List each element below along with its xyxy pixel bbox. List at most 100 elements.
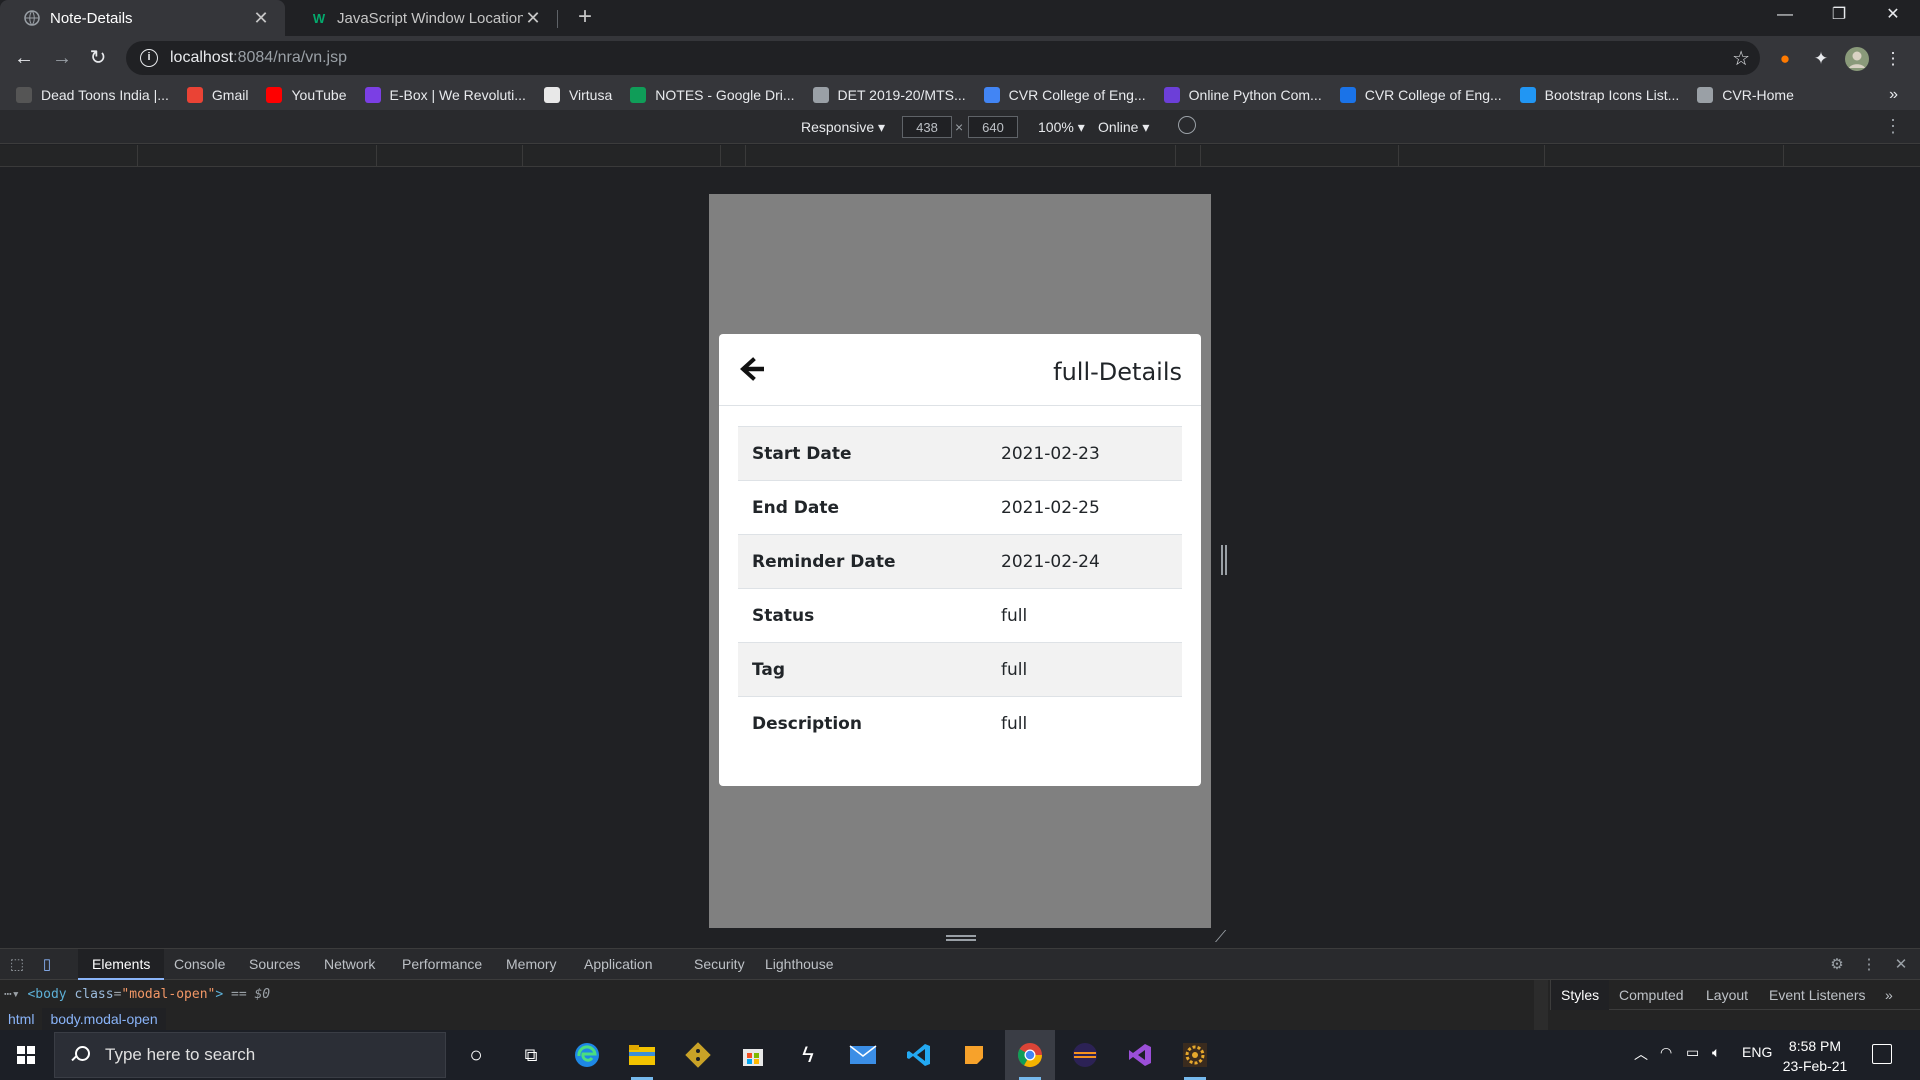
devtools-tab-performance[interactable]: Performance — [402, 949, 482, 980]
close-tab-icon[interactable]: ✕ — [251, 8, 271, 29]
stickynotes-icon[interactable] — [957, 1038, 991, 1072]
table-row: Tag full — [738, 642, 1182, 697]
sublime-icon[interactable]: ϟ — [791, 1038, 825, 1072]
devtools-tab-application[interactable]: Application — [584, 949, 653, 980]
window-controls: — ❐ ✕ — [1758, 0, 1920, 32]
bookmark-item[interactable]: CVR-Home — [1697, 87, 1794, 103]
taskbar-search-box[interactable]: Type here to search — [54, 1032, 446, 1078]
edge-icon[interactable] — [570, 1038, 604, 1072]
back-icon[interactable]: ← — [10, 44, 38, 72]
tab-styles[interactable]: Styles — [1551, 980, 1610, 1010]
bookmark-item[interactable]: YouTube — [266, 87, 347, 103]
minimize-icon[interactable]: — — [1758, 0, 1812, 32]
bookmark-item[interactable]: NOTES - Google Dri... — [630, 87, 795, 103]
close-tab-icon[interactable]: ✕ — [523, 8, 543, 29]
bookmark-item[interactable]: Gmail — [186, 87, 248, 103]
url-host: localhost — [170, 49, 234, 66]
close-window-icon[interactable]: ✕ — [1866, 0, 1920, 32]
details-modal: full-Details Start Date 2021-02-23 End Dat… — [719, 334, 1201, 786]
scrollbar[interactable] — [1534, 980, 1548, 1030]
volume-icon[interactable]: 🔈︎ — [1712, 1044, 1720, 1061]
extension-icon[interactable]: ● — [1772, 46, 1798, 72]
avatar[interactable] — [1844, 46, 1870, 72]
tab-note-details[interactable]: Note-Details ✕ — [0, 0, 285, 36]
bookmark-item[interactable]: Dead Toons India |... — [16, 87, 169, 103]
device-toolbar-more-icon[interactable]: ⋮ — [1884, 116, 1902, 137]
modal-header: full-Details — [719, 334, 1201, 406]
devtools-tab-elements[interactable]: Elements — [78, 949, 165, 980]
network-throttle-select[interactable]: Online ▾ — [1098, 119, 1149, 136]
bookmark-item[interactable]: DET 2019-20/MTS... — [812, 87, 966, 103]
devtools-tab-network[interactable]: Network — [324, 949, 375, 980]
devtools-tab-lighthouse[interactable]: Lighthouse — [765, 949, 834, 980]
bookmark-item[interactable]: CVR College of Eng... — [1339, 87, 1502, 103]
devtools-tab-sources[interactable]: Sources — [249, 949, 300, 980]
wifi-icon[interactable]: ◠ — [1660, 1044, 1672, 1061]
bookmark-item[interactable]: Virtusa — [543, 87, 612, 103]
extensions-puzzle-icon[interactable]: ✦ — [1808, 46, 1834, 72]
back-arrow-icon[interactable] — [737, 354, 767, 384]
git-icon[interactable] — [681, 1038, 715, 1072]
visual-studio-icon[interactable] — [1123, 1038, 1157, 1072]
bookmarks-overflow-button[interactable]: » — [1889, 86, 1898, 104]
devtools-more-icon[interactable]: ⋮ — [1860, 956, 1878, 974]
app-gear-icon[interactable] — [1178, 1038, 1212, 1080]
bookmark-item[interactable]: Bootstrap Icons List... — [1519, 87, 1679, 103]
devtools-tab-console[interactable]: Console — [174, 949, 225, 980]
modal-title: full-Details — [1053, 358, 1182, 386]
devtools-tab-memory[interactable]: Memory — [506, 949, 557, 980]
resize-handle-right[interactable] — [1221, 545, 1227, 575]
dimension-separator: × — [955, 119, 964, 135]
mail-icon[interactable] — [846, 1038, 880, 1072]
breadcrumb-body[interactable]: body.modal-open — [42, 1008, 166, 1030]
chrome-icon[interactable] — [1013, 1038, 1047, 1080]
language-indicator[interactable]: ENG — [1742, 1044, 1772, 1060]
devtools-tab-security[interactable]: Security — [694, 949, 745, 980]
notification-center-icon[interactable] — [1872, 1044, 1892, 1064]
bookmark-item[interactable]: CVR College of Eng... — [983, 87, 1146, 103]
dom-tree-line[interactable]: ⋯▾ <body class="modal-open"> == $0 — [4, 987, 270, 1002]
tab-layout[interactable]: Layout — [1706, 980, 1748, 1010]
resize-handle-bottom[interactable] — [946, 935, 976, 941]
bookmark-star-icon[interactable]: ☆ — [1732, 46, 1750, 71]
restore-icon[interactable]: ❐ — [1812, 0, 1866, 32]
cortana-icon[interactable]: ○ — [459, 1038, 493, 1072]
viewport-width-input[interactable] — [902, 116, 952, 138]
device-mode-select[interactable]: Responsive ▾ — [801, 119, 885, 136]
bookmark-item[interactable]: Online Python Com... — [1163, 87, 1322, 103]
battery-icon[interactable]: ▭ — [1686, 1044, 1699, 1061]
address-bar[interactable]: i localhost:8084/nra/vn.jsp ☆ — [126, 41, 1760, 75]
store-icon[interactable] — [736, 1038, 770, 1072]
file-explorer-icon[interactable] — [625, 1038, 659, 1080]
bookmark-item[interactable]: E-Box | We Revoluti... — [364, 87, 526, 103]
chrome-menu-icon[interactable]: ⋮ — [1880, 46, 1906, 72]
task-view-icon[interactable]: ⧉ — [514, 1038, 548, 1072]
side-tabs-overflow[interactable]: » — [1885, 980, 1893, 1010]
tab-computed[interactable]: Computed — [1619, 980, 1684, 1010]
devtools-settings-icon[interactable]: ⚙ — [1828, 956, 1846, 974]
eclipse-icon[interactable] — [1068, 1038, 1102, 1072]
inspect-element-icon[interactable]: ⬚ — [8, 956, 26, 974]
tab-event-listeners[interactable]: Event Listeners — [1769, 980, 1866, 1010]
clock[interactable]: 8:58 PM 23-Feb-21 — [1770, 1036, 1860, 1076]
devtools-tab-bar: ⬚ ▯ Elements Console Sources Network Perform… — [0, 948, 1920, 980]
devtools-close-icon[interactable]: ✕ — [1892, 956, 1910, 974]
zoom-select[interactable]: 100% ▾ — [1038, 119, 1085, 136]
windows-logo-icon — [17, 1046, 35, 1064]
forward-icon[interactable]: → — [48, 44, 76, 72]
tab-javascript-window-location[interactable]: W JavaScript Window Location ✕ — [287, 0, 557, 36]
device-toggle-icon[interactable]: ▯ — [38, 956, 56, 974]
rotate-icon[interactable] — [1178, 116, 1196, 134]
vscode-icon[interactable] — [902, 1038, 936, 1072]
start-button[interactable] — [0, 1030, 52, 1080]
breadcrumb-html[interactable]: html — [0, 1008, 42, 1030]
device-mode-label: Responsive — [801, 119, 875, 135]
new-tab-button[interactable]: + — [572, 5, 598, 31]
row-value: 2021-02-25 — [987, 480, 1182, 535]
viewport-height-input[interactable] — [968, 116, 1018, 138]
row-label: Start Date — [738, 426, 987, 481]
site-info-icon[interactable]: i — [140, 49, 158, 67]
tray-overflow-icon[interactable]: ︿ — [1634, 1044, 1648, 1064]
reload-icon[interactable]: ↻ — [84, 44, 112, 72]
resize-handle-corner[interactable]: ⟋ — [1215, 929, 1226, 947]
